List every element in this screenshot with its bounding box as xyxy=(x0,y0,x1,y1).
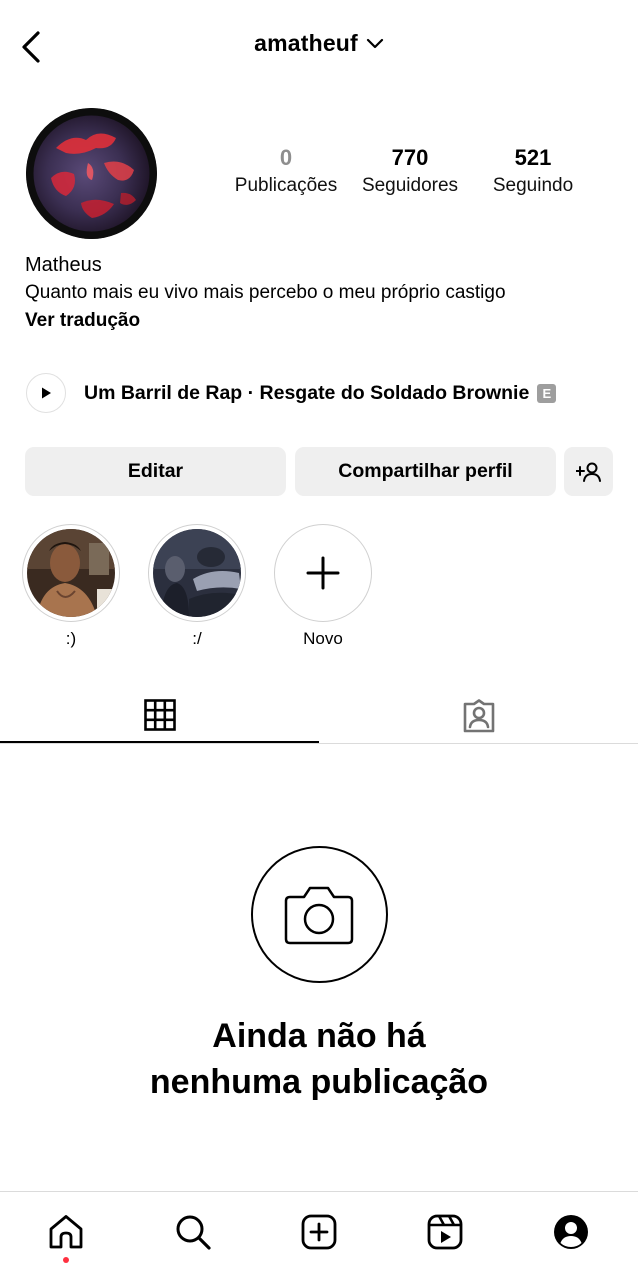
highlight-ring xyxy=(22,524,120,622)
highlight-image xyxy=(153,529,241,617)
share-label: Compartilhar perfil xyxy=(338,460,513,482)
highlight-label: :) xyxy=(65,629,77,648)
nav-search[interactable] xyxy=(171,1210,215,1254)
share-profile-button[interactable]: Compartilhar perfil xyxy=(295,447,556,496)
discover-people-button[interactable] xyxy=(564,447,613,496)
plus-icon xyxy=(306,556,340,590)
bio-text: Quanto mais eu vivo mais percebo o meu p… xyxy=(25,282,506,303)
camera-icon xyxy=(284,886,354,944)
new-highlight[interactable]: Novo xyxy=(273,524,373,648)
add-person-icon xyxy=(575,462,601,482)
posts-label: Publicações xyxy=(234,175,338,196)
empty-line-1: Ainda não há xyxy=(212,1017,426,1055)
edit-label: Editar xyxy=(127,460,184,482)
followers-stat[interactable]: 770 Seguidores xyxy=(345,144,475,200)
translate-link[interactable]: Ver tradução xyxy=(25,308,615,334)
highlight-1[interactable]: :) xyxy=(21,524,121,648)
nav-reels[interactable] xyxy=(423,1210,467,1254)
username: amatheuf xyxy=(254,30,358,56)
grid-icon xyxy=(143,698,176,731)
tagged-icon xyxy=(463,698,494,732)
empty-line-2: nenhuma publicação xyxy=(149,1063,489,1101)
following-label: Seguindo xyxy=(492,175,574,196)
nav-home[interactable] xyxy=(44,1210,88,1254)
top-bar: amatheuf xyxy=(0,0,638,92)
empty-state: Ainda não há nenhuma publicação xyxy=(0,846,638,1105)
nav-create[interactable] xyxy=(297,1210,341,1254)
following-stat[interactable]: 521 Seguindo xyxy=(468,144,598,200)
home-icon xyxy=(49,1215,83,1249)
play-icon xyxy=(42,387,51,399)
profile-icon xyxy=(554,1215,588,1249)
search-icon xyxy=(176,1215,211,1250)
profile-stats: 0 Publicações 770 Seguidores 521 Seguind… xyxy=(226,144,596,204)
new-highlight-ring xyxy=(274,524,372,622)
profile-avatar[interactable] xyxy=(26,108,157,239)
bottom-navigation xyxy=(0,1191,638,1280)
explicit-badge: E xyxy=(537,383,557,403)
profile-tabs xyxy=(0,688,638,744)
chevron-down-icon xyxy=(366,38,384,48)
highlight-image xyxy=(27,529,115,617)
followers-count: 770 xyxy=(391,145,429,170)
profile-music[interactable]: Um Barril de Rap · Resgate do Soldado Br… xyxy=(26,373,626,413)
bio-section: Matheus Quanto mais eu vivo mais percebo… xyxy=(25,252,615,334)
empty-state-title: Ainda não há nenhuma publicação xyxy=(0,1013,638,1105)
reels-icon xyxy=(427,1214,463,1250)
highlight-2[interactable]: :/ xyxy=(147,524,247,648)
posts-count: 0 xyxy=(279,145,293,170)
music-title: Um Barril de Rap · Resgate do Soldado Br… xyxy=(84,381,530,404)
posts-stat[interactable]: 0 Publicações xyxy=(221,144,351,200)
camera-circle xyxy=(250,846,388,983)
highlight-ring xyxy=(148,524,246,622)
nav-profile[interactable] xyxy=(549,1210,593,1254)
highlight-label: :/ xyxy=(192,629,202,648)
highlight-label: Novo xyxy=(303,629,343,648)
create-icon xyxy=(301,1214,337,1250)
edit-profile-button[interactable]: Editar xyxy=(25,447,286,496)
tab-tagged[interactable] xyxy=(319,688,638,743)
following-count: 521 xyxy=(514,145,552,170)
notification-dot xyxy=(63,1257,69,1263)
display-name: Matheus xyxy=(25,254,102,276)
followers-label: Seguidores xyxy=(361,175,459,196)
account-switcher[interactable]: amatheuf xyxy=(0,30,638,57)
tab-posts-grid[interactable] xyxy=(0,688,319,743)
play-button[interactable] xyxy=(26,373,66,413)
